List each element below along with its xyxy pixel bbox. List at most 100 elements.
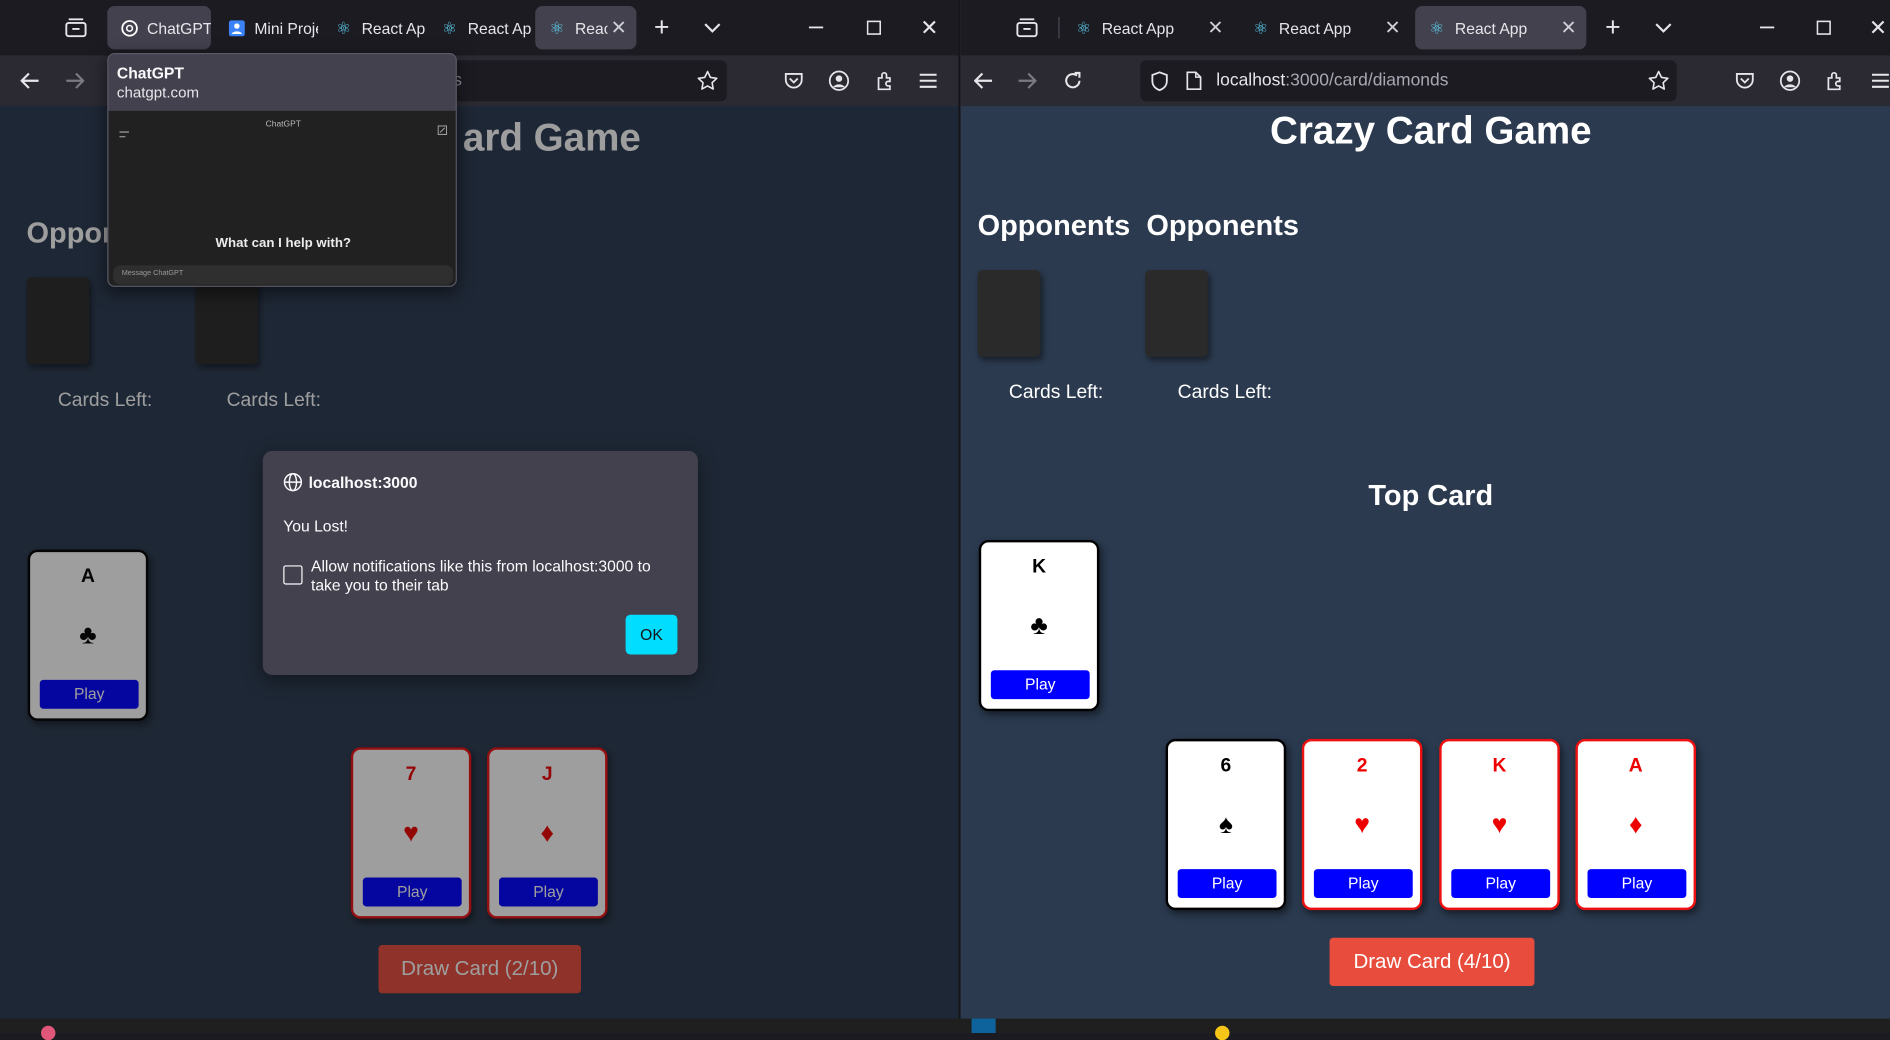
tab-strip: ⚛ React App ✕ ⚛ React App ✕ ⚛ React App … (960, 0, 1890, 56)
minimize-icon[interactable] (1751, 12, 1782, 43)
close-tab-icon[interactable]: ✕ (1561, 16, 1577, 40)
play-button[interactable]: Play (1313, 869, 1413, 899)
extensions-icon[interactable] (869, 65, 900, 96)
globe-icon (283, 472, 303, 492)
preview-input: Message ChatGPT (113, 265, 454, 285)
new-tab-icon[interactable]: + (646, 12, 677, 43)
close-window-icon[interactable]: ✕ (1862, 12, 1890, 43)
tab-title: ChatGPT (147, 18, 211, 37)
tab-react-app[interactable]: ⚛ React App (322, 6, 426, 49)
url-host: localhost (1216, 71, 1286, 91)
cards-left-label: Cards Left: (1177, 382, 1273, 403)
account-icon[interactable] (823, 65, 854, 96)
opponents-heading: Opponents (1146, 209, 1300, 243)
card-rank: A (1628, 755, 1643, 777)
checkbox-label: Allow notifications like this from local… (310, 556, 651, 595)
new-tab-icon[interactable]: + (1597, 12, 1628, 43)
chevron-down-icon[interactable] (697, 12, 728, 43)
play-button[interactable]: Play (990, 670, 1090, 700)
draw-card-button[interactable]: Draw Card (4/10) (1329, 937, 1535, 987)
cards-left-label: Cards Left: (1008, 382, 1104, 403)
alert-message: You Lost! (283, 517, 349, 536)
maximize-icon[interactable] (1808, 12, 1839, 43)
tab-title: React App (361, 18, 426, 37)
play-button[interactable]: Play (1587, 869, 1687, 899)
card-rank: 2 (1356, 755, 1368, 777)
menu-icon[interactable] (912, 65, 943, 96)
card-rank: K (1492, 755, 1507, 777)
back-icon[interactable] (968, 65, 999, 96)
tab-preview-popup: ChatGPT chatgpt.com ChatGPT What can I h… (107, 53, 457, 287)
forward-icon[interactable] (1011, 65, 1042, 96)
close-window-icon[interactable]: ✕ (914, 12, 945, 43)
pocket-icon[interactable] (1729, 65, 1760, 96)
opponent-card-back (977, 270, 1041, 357)
tab-react-app-active[interactable]: ⚛ React App ✕ (1415, 6, 1587, 50)
tab-react-app[interactable]: ⚛ React App (428, 6, 532, 49)
chatgpt-icon (119, 18, 138, 37)
url-bar[interactable]: ts (433, 60, 727, 102)
bookmark-star-icon[interactable] (1643, 65, 1674, 96)
forward-icon[interactable] (59, 65, 90, 96)
top-card-heading: Top Card (1368, 479, 1494, 513)
url-bar[interactable]: localhost :3000/card/diamonds (1140, 60, 1677, 102)
game-title: Crazy Card Game (1270, 108, 1592, 152)
maximize-icon[interactable] (858, 12, 889, 43)
react-icon: ⚛ (549, 17, 565, 37)
new-chat-icon (437, 119, 448, 141)
play-button[interactable]: Play (1451, 869, 1551, 899)
pocket-icon[interactable] (777, 65, 808, 96)
minimize-icon[interactable] (800, 12, 831, 43)
browser-window-right: ⚛ React App ✕ ⚛ React App ✕ ⚛ React App … (960, 0, 1890, 1034)
account-icon[interactable] (1774, 65, 1805, 96)
opponents-heading: Opponents (977, 209, 1131, 243)
url-path: :3000/card/diamonds (1285, 71, 1449, 91)
hand-card: A ♦ Play (1575, 738, 1696, 911)
chevron-down-icon[interactable] (1648, 12, 1679, 43)
react-icon: ⚛ (335, 17, 352, 37)
extensions-icon[interactable] (1819, 65, 1850, 96)
tab-mini-projects[interactable]: Mini Projects (215, 6, 318, 49)
hand-card: 2 ♥ Play (1301, 738, 1423, 911)
status-bar-segment (971, 1018, 996, 1034)
tab-chatgpt[interactable]: ChatGPT (107, 6, 211, 50)
tab-react-app-active[interactable]: ⚛ React App ✕ (535, 6, 637, 50)
play-button[interactable]: Play (1177, 869, 1277, 899)
heart-suit-icon: ♥ (1491, 808, 1508, 839)
card-rank: K (1032, 556, 1047, 578)
allow-notifications-checkbox[interactable] (283, 565, 303, 585)
close-tab-icon[interactable]: ✕ (1385, 16, 1401, 40)
preview-domain: chatgpt.com (116, 84, 200, 102)
tab-divider (1058, 16, 1060, 39)
menu-icon[interactable] (1865, 65, 1890, 96)
shield-icon[interactable] (1150, 70, 1169, 91)
top-card: K ♣ Play (978, 540, 1100, 712)
close-tab-icon[interactable]: ✕ (1207, 16, 1223, 40)
tab-title: Mini Projects (254, 18, 318, 37)
firefox-view-icon[interactable] (60, 12, 91, 43)
tab-react-app[interactable]: ⚛ React App ✕ (1239, 6, 1410, 49)
ok-button[interactable]: OK (625, 614, 678, 655)
alert-dialog: localhost:3000 You Lost! Allow notificat… (262, 450, 698, 676)
alert-origin: localhost:3000 (308, 473, 418, 492)
alert-header: localhost:3000 (283, 472, 418, 492)
close-tab-icon[interactable]: ✕ (611, 16, 627, 40)
tab-title: React App (574, 18, 608, 37)
react-icon: ⚛ (1429, 17, 1445, 37)
tab-react-app[interactable]: ⚛ React App ✕ (1062, 6, 1233, 49)
screen: ChatGPT Mini Projects ⚛ React App ⚛ Reac… (0, 0, 1890, 1040)
reload-icon[interactable] (1057, 65, 1088, 96)
hand-card: 6 ♠ Play (1165, 738, 1287, 911)
firefox-view-icon[interactable] (1011, 12, 1042, 43)
preview-prompt: What can I help with? (215, 236, 352, 251)
card-rank: 6 (1220, 755, 1232, 777)
spade-suit-icon: ♠ (1218, 808, 1233, 839)
hand-card: K ♥ Play (1439, 738, 1560, 911)
back-icon[interactable] (14, 65, 45, 96)
preview-header: ChatGPT chatgpt.com (108, 54, 456, 111)
react-icon: ⚛ (442, 17, 458, 37)
tab-title: React App (467, 18, 532, 37)
bookmark-star-icon[interactable] (692, 65, 723, 96)
react-icon: ⚛ (1076, 17, 1092, 37)
taskbar-strip (0, 1018, 1890, 1040)
